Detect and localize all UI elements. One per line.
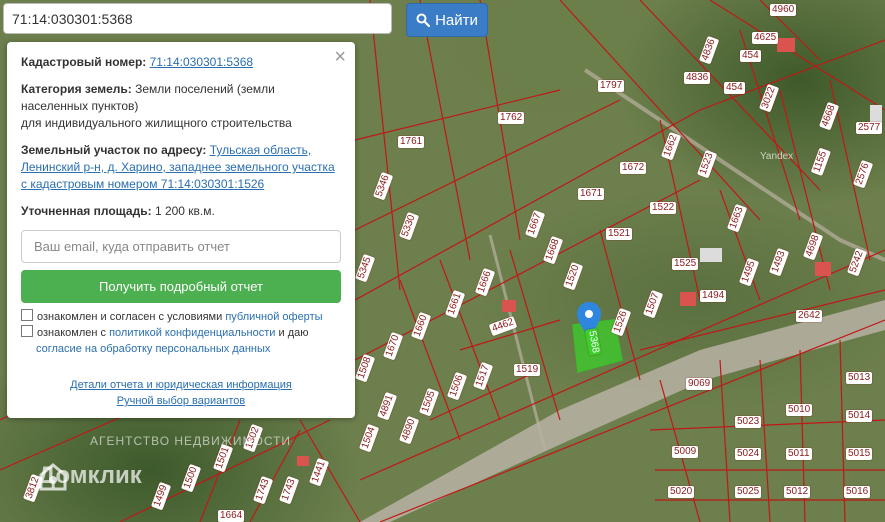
parcel-label[interactable]: 454 <box>740 50 761 62</box>
parcel-label[interactable]: 1525 <box>672 258 699 270</box>
parcel-label[interactable]: 5020 <box>668 486 695 498</box>
parcel-label[interactable]: 454 <box>724 82 745 94</box>
consent-privacy-checkbox[interactable] <box>21 325 33 337</box>
parcel-info-panel: × Кадастровый номер: 71:14:030301:5368 К… <box>7 42 355 418</box>
parcel-label[interactable]: 1761 <box>398 136 425 148</box>
consent-offer-text: ознакомлен и согласен с условиями <box>37 311 223 323</box>
cadastral-label: Кадастровый номер: <box>21 55 147 69</box>
parcel-label[interactable]: 1494 <box>700 290 727 302</box>
personal-data-consent-link[interactable]: согласие на обработку персональных данны… <box>36 343 270 355</box>
search-button-label: Найти <box>435 11 478 29</box>
category-value: населенных пунктов) <box>21 99 139 113</box>
address-row: Земельный участок по адресу: Тульская об… <box>21 142 341 193</box>
consent-privacy-text: ознакомлен с <box>37 327 107 339</box>
parcel-label[interactable]: 5012 <box>784 486 811 498</box>
parcel-label[interactable]: 2577 <box>856 122 883 134</box>
email-field[interactable]: Ваш email, куда отправить отчет <box>21 230 341 263</box>
close-icon[interactable]: × <box>334 47 346 67</box>
parcel-label[interactable]: 1797 <box>598 80 625 92</box>
parcel-label[interactable]: 5023 <box>735 416 762 428</box>
parcel-label[interactable]: 5014 <box>846 410 873 422</box>
parcel-label[interactable]: 4625 <box>752 32 779 44</box>
public-offer-link[interactable]: публичной оферты <box>225 311 322 323</box>
parcel-label[interactable]: 1522 <box>650 202 677 214</box>
agency-watermark: АГЕНТСТВО НЕДВИЖИМОСТИ <box>90 434 292 448</box>
parcel-label[interactable]: 5013 <box>846 372 873 384</box>
consent-privacy-row: ознакомлен с политикой конфиденциальност… <box>21 325 341 357</box>
search-icon <box>416 13 431 27</box>
search-button[interactable]: Найти <box>406 3 488 37</box>
get-report-button[interactable]: Получить подробный отчет <box>21 270 341 303</box>
area-row: Уточненная площадь: 1 200 кв.м. <box>21 203 341 220</box>
privacy-policy-link[interactable]: политикой конфиденциальности <box>109 327 275 339</box>
report-details-link[interactable]: Детали отчета и юридическая информация <box>21 377 341 393</box>
consent-offer-checkbox[interactable] <box>21 309 33 321</box>
cadastral-number-link[interactable]: 71:14:030301:5368 <box>150 55 253 69</box>
parcel-label[interactable]: 1762 <box>498 112 525 124</box>
parcel-label[interactable]: 4836 <box>684 72 711 84</box>
parcel-label[interactable]: 1521 <box>606 228 633 240</box>
parcel-label[interactable]: 2642 <box>796 310 823 322</box>
address-link[interactable]: Тульская область, <box>210 143 311 157</box>
category-value: для индивидуального жилищного строительс… <box>21 116 292 130</box>
address-link[interactable]: с кадастровым номером 71:14:030301:1526 <box>21 177 264 191</box>
consent-offer-row: ознакомлен и согласен с условиями публич… <box>21 309 341 325</box>
parcel-label[interactable]: 5009 <box>672 446 699 458</box>
parcel-label[interactable]: 5024 <box>735 448 762 460</box>
parcel-label[interactable]: 4960 <box>770 4 797 16</box>
bottom-links: Детали отчета и юридическая информация Р… <box>21 377 341 409</box>
parcel-label[interactable]: 1664 <box>218 510 245 522</box>
cadastral-row: Кадастровый номер: 71:14:030301:5368 <box>21 54 341 71</box>
domklik-logo-icon <box>39 463 67 491</box>
parcel-label[interactable]: 5025 <box>735 486 762 498</box>
area-value: 1 200 кв.м. <box>154 204 215 218</box>
parcel-label[interactable]: 5016 <box>844 486 871 498</box>
address-link[interactable]: Ленинский р-н, д. Харино, западнее земел… <box>21 160 335 174</box>
yandex-watermark: Yandex <box>760 151 794 162</box>
consent-privacy-text-b: и даю <box>278 327 309 339</box>
parcel-label[interactable]: 5015 <box>846 448 873 460</box>
category-value: Земли поселений (земли <box>135 82 275 96</box>
manual-selection-link[interactable]: Ручной выбор вариантов <box>21 393 341 409</box>
category-label: Категория земель: <box>21 82 132 96</box>
address-label: Земельный участок по адресу: <box>21 143 207 157</box>
parcel-label[interactable]: 1672 <box>620 162 647 174</box>
search-input[interactable]: 71:14:030301:5368 <box>3 3 392 34</box>
parcel-label[interactable]: 5010 <box>786 404 813 416</box>
area-label: Уточненная площадь: <box>21 204 152 218</box>
category-row: Категория земель: Земли поселений (земли… <box>21 81 341 132</box>
parcel-label[interactable]: 1671 <box>578 188 605 200</box>
domklik-watermark: Домклик <box>38 462 142 491</box>
parcel-label[interactable]: 5011 <box>786 448 812 460</box>
parcel-label[interactable]: 9069 <box>686 378 713 390</box>
parcel-label[interactable]: 1519 <box>514 364 541 376</box>
